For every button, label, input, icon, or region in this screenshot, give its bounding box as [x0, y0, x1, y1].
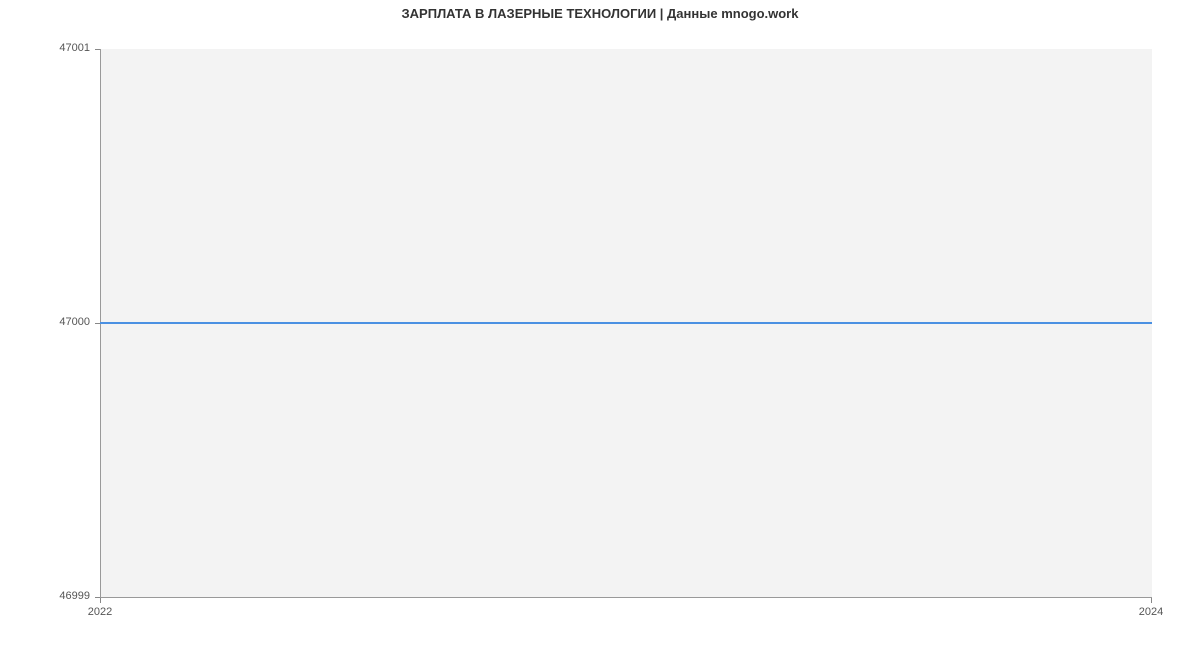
x-tick-mark: [100, 598, 101, 603]
y-tick-label: 47000: [59, 316, 90, 328]
salary-line: [100, 322, 1152, 324]
x-tick-label: 2022: [80, 606, 120, 618]
y-tick-mark: [95, 49, 100, 50]
y-tick-mark: [95, 323, 100, 324]
y-tick-label: 47001: [59, 42, 90, 54]
x-tick-mark: [1151, 598, 1152, 603]
x-tick-label: 2024: [1131, 606, 1171, 618]
y-tick-label: 46999: [59, 590, 90, 602]
chart-container: ЗАРПЛАТА В ЛАЗЕРНЫЕ ТЕХНОЛОГИИ | Данные …: [0, 0, 1200, 650]
chart-title: ЗАРПЛАТА В ЛАЗЕРНЫЕ ТЕХНОЛОГИИ | Данные …: [0, 6, 1200, 21]
